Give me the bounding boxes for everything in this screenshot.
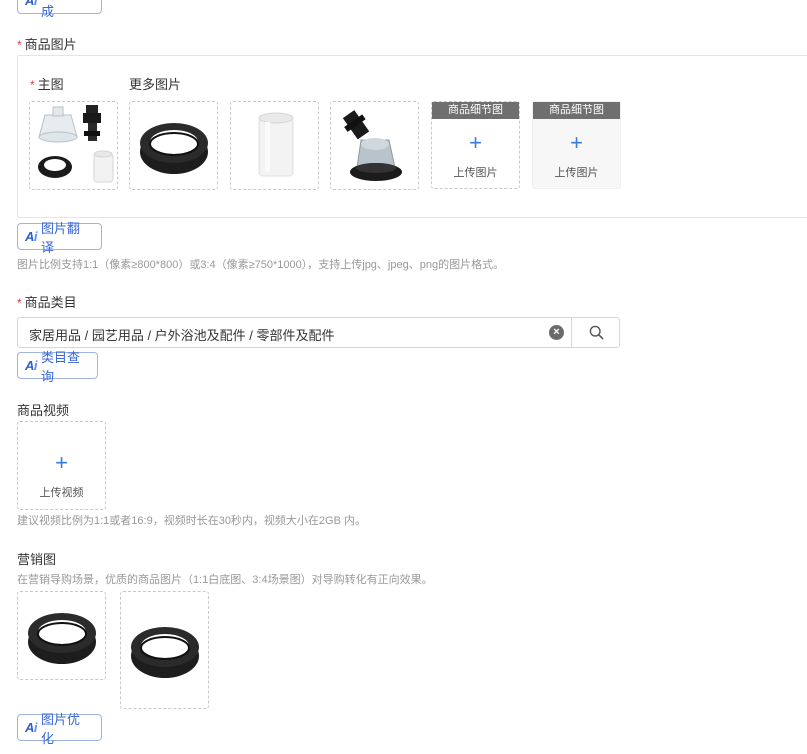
ai-logo-icon: Ai <box>25 229 38 244</box>
ai-category-query-label: 类目查询 <box>41 349 81 384</box>
product-category-title-text: 商品类目 <box>24 295 77 310</box>
image-format-hint: 图片比例支持1:1（像素≥800*800）或3:4（像素≥750*1000），支… <box>17 259 505 271</box>
marketing-image-2[interactable] <box>120 591 209 709</box>
detail-image-header: 商品细节图 <box>432 102 519 119</box>
plus-icon: + <box>55 450 68 475</box>
main-image-label: * 主图 <box>30 74 64 93</box>
category-value: 家居用品 / 园艺用品 / 户外浴池及配件 / 零部件及配件 <box>29 328 335 343</box>
clear-icon[interactable]: × <box>549 325 564 340</box>
required-asterisk: * <box>17 296 22 310</box>
category-search-button[interactable] <box>571 318 620 347</box>
marketing-image-title: 营销图 <box>17 552 57 567</box>
ai-title-generate-label: 标题生成 <box>41 3 55 19</box>
detail-image-upload-1[interactable]: 商品细节图 + 上传图片 <box>431 101 520 189</box>
upload-image-label: 上传图片 <box>453 167 498 179</box>
product-images-title: * 商品图片 <box>17 34 77 53</box>
detail-image-header: 商品细节图 <box>533 102 620 119</box>
ai-image-optimize-button[interactable]: Ai 图片优化 <box>17 712 102 746</box>
more-image-3-thumb[interactable] <box>330 101 419 190</box>
plus-icon: + <box>570 130 583 155</box>
more-image-1-thumb[interactable] <box>129 101 218 190</box>
more-image-2-thumb[interactable] <box>230 101 319 190</box>
black-ring-image <box>27 612 96 664</box>
plus-icon: + <box>469 130 482 155</box>
ai-image-optimize-label: 图片优化 <box>41 711 81 746</box>
video-upload[interactable]: + 上传视频 <box>17 421 106 510</box>
product-kit-image <box>37 104 113 182</box>
search-icon <box>589 325 603 340</box>
ai-image-translate-label: 图片翻译 <box>41 220 81 255</box>
ai-category-query-button[interactable]: Ai 类目查询 <box>17 350 98 384</box>
white-cylinder-image <box>258 112 293 176</box>
required-asterisk: * <box>17 38 22 52</box>
more-images-label: 更多图片 <box>129 77 182 92</box>
ai-logo-icon: Ai <box>25 0 38 8</box>
black-ring-image <box>130 627 199 678</box>
upload-video-label: 上传视频 <box>39 487 84 499</box>
marketing-image-1[interactable] <box>17 591 106 680</box>
main-image-thumb[interactable] <box>29 101 118 190</box>
product-video-title: 商品视频 <box>17 403 70 418</box>
ai-image-translate-button[interactable]: Ai 图片翻译 <box>17 221 102 255</box>
category-field[interactable]: 家居用品 / 园艺用品 / 户外浴池及配件 / 零部件及配件 × <box>17 317 620 348</box>
product-category-title: * 商品类目 <box>17 292 77 311</box>
marketing-hint: 在营销导购场景，优质的商品图片（1:1白底图、3:4场景图）对导购转化有正向效果… <box>17 574 433 586</box>
assembled-part-image <box>342 109 402 181</box>
ai-title-generate-button[interactable]: Ai 标题生成 <box>17 0 102 19</box>
upload-image-label: 上传图片 <box>554 167 599 179</box>
required-asterisk: * <box>30 78 35 92</box>
ai-logo-icon: Ai <box>25 358 38 373</box>
video-hint: 建议视频比例为1:1或者16:9，视频时长在30秒内，视频大小在2GB 内。 <box>17 515 367 527</box>
detail-image-upload-2[interactable]: 商品细节图 + 上传图片 <box>532 101 621 189</box>
black-ring-image <box>139 122 208 174</box>
ai-logo-icon: Ai <box>25 720 38 735</box>
product-images-title-text: 商品图片 <box>24 37 77 52</box>
main-image-label-text: 主图 <box>37 77 64 92</box>
